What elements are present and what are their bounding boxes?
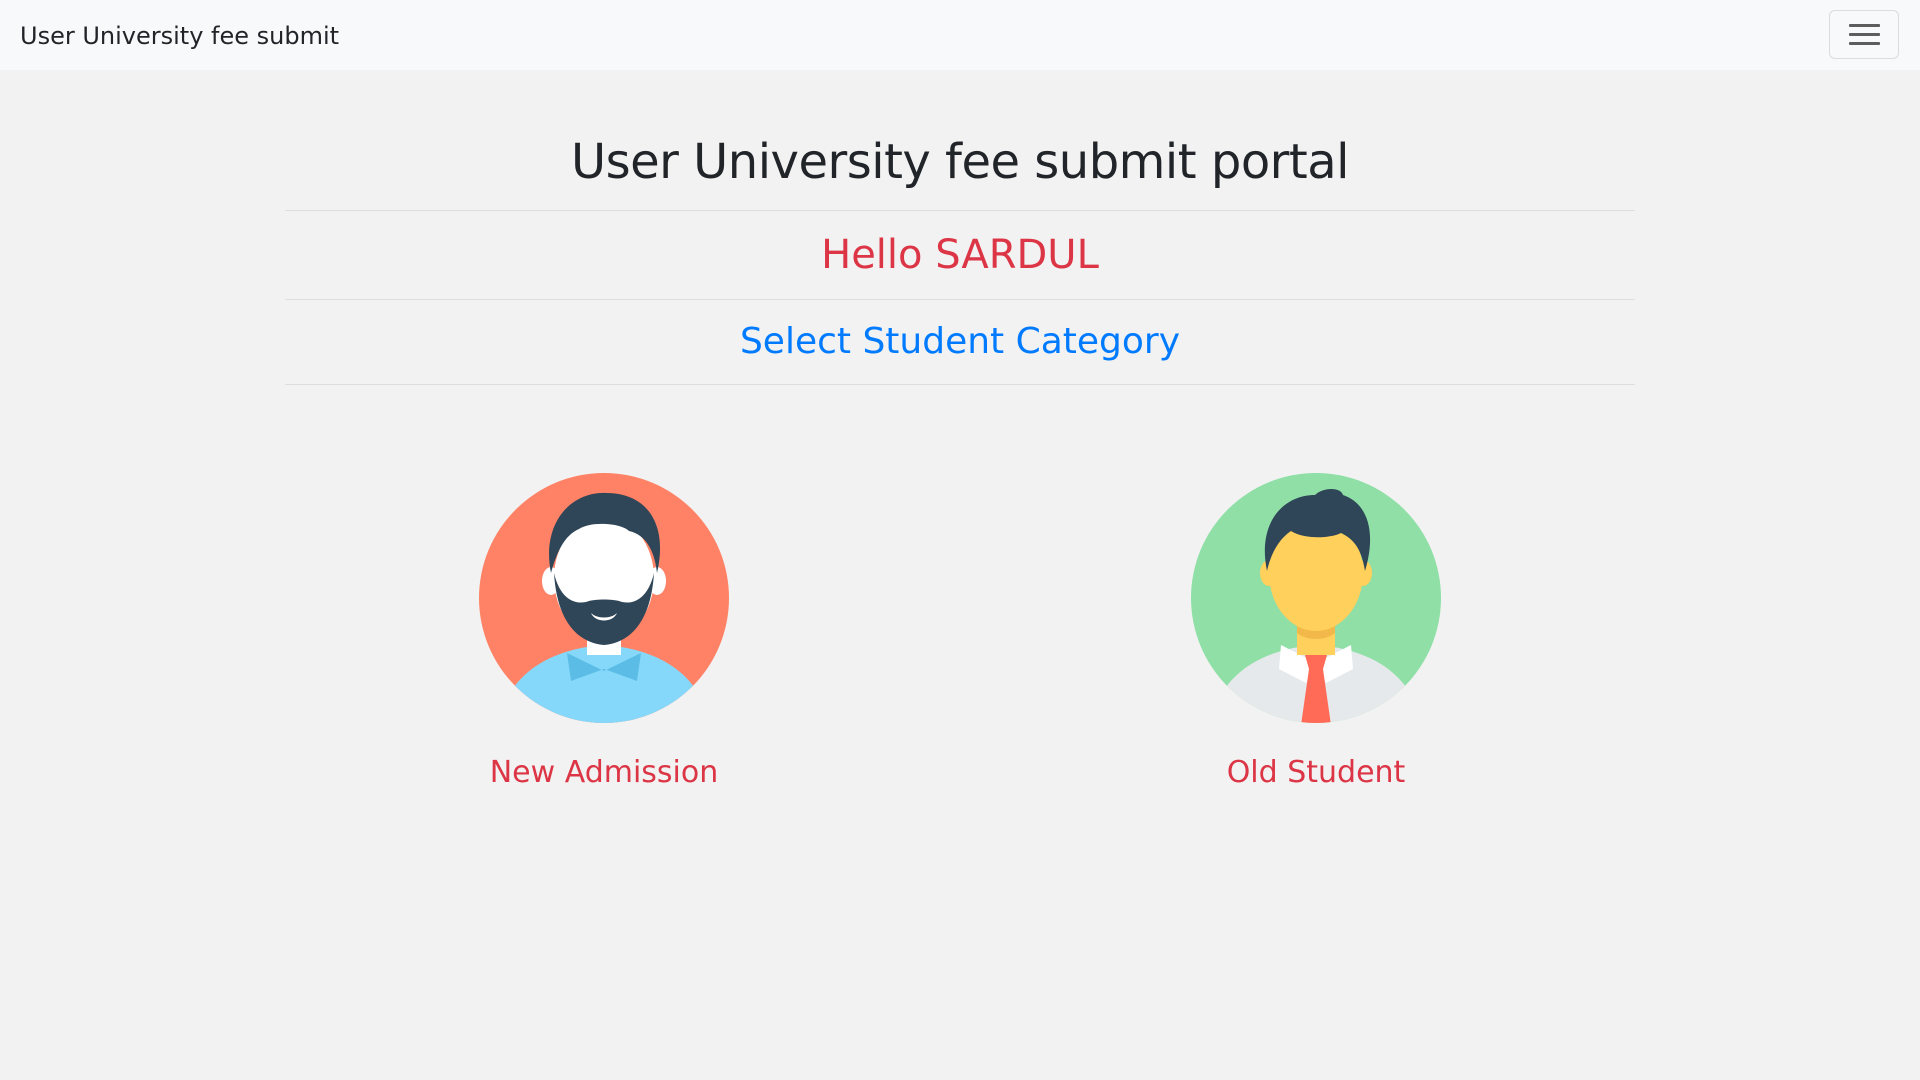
greeting-heading: Hello SARDUL [821, 232, 1099, 278]
select-category-heading: Select Student Category [739, 321, 1181, 362]
navbar-brand[interactable]: User University fee submit [20, 21, 339, 51]
old-student-card[interactable]: Old Student [1156, 473, 1476, 793]
page-title: User University fee submit portal [571, 134, 1349, 190]
new-admission-label[interactable]: New Admission [444, 753, 764, 793]
new-admission-card[interactable]: New Admission [444, 473, 764, 793]
main-content: User University fee submit portal Hello … [285, 70, 1635, 385]
bearded-man-avatar-icon[interactable] [479, 473, 729, 723]
navbar: User University fee submit [0, 0, 1920, 70]
old-student-label[interactable]: Old Student [1156, 753, 1476, 793]
navbar-toggler-button[interactable] [1829, 10, 1899, 59]
divider [285, 384, 1635, 385]
student-with-tie-avatar-icon[interactable] [1191, 473, 1441, 723]
